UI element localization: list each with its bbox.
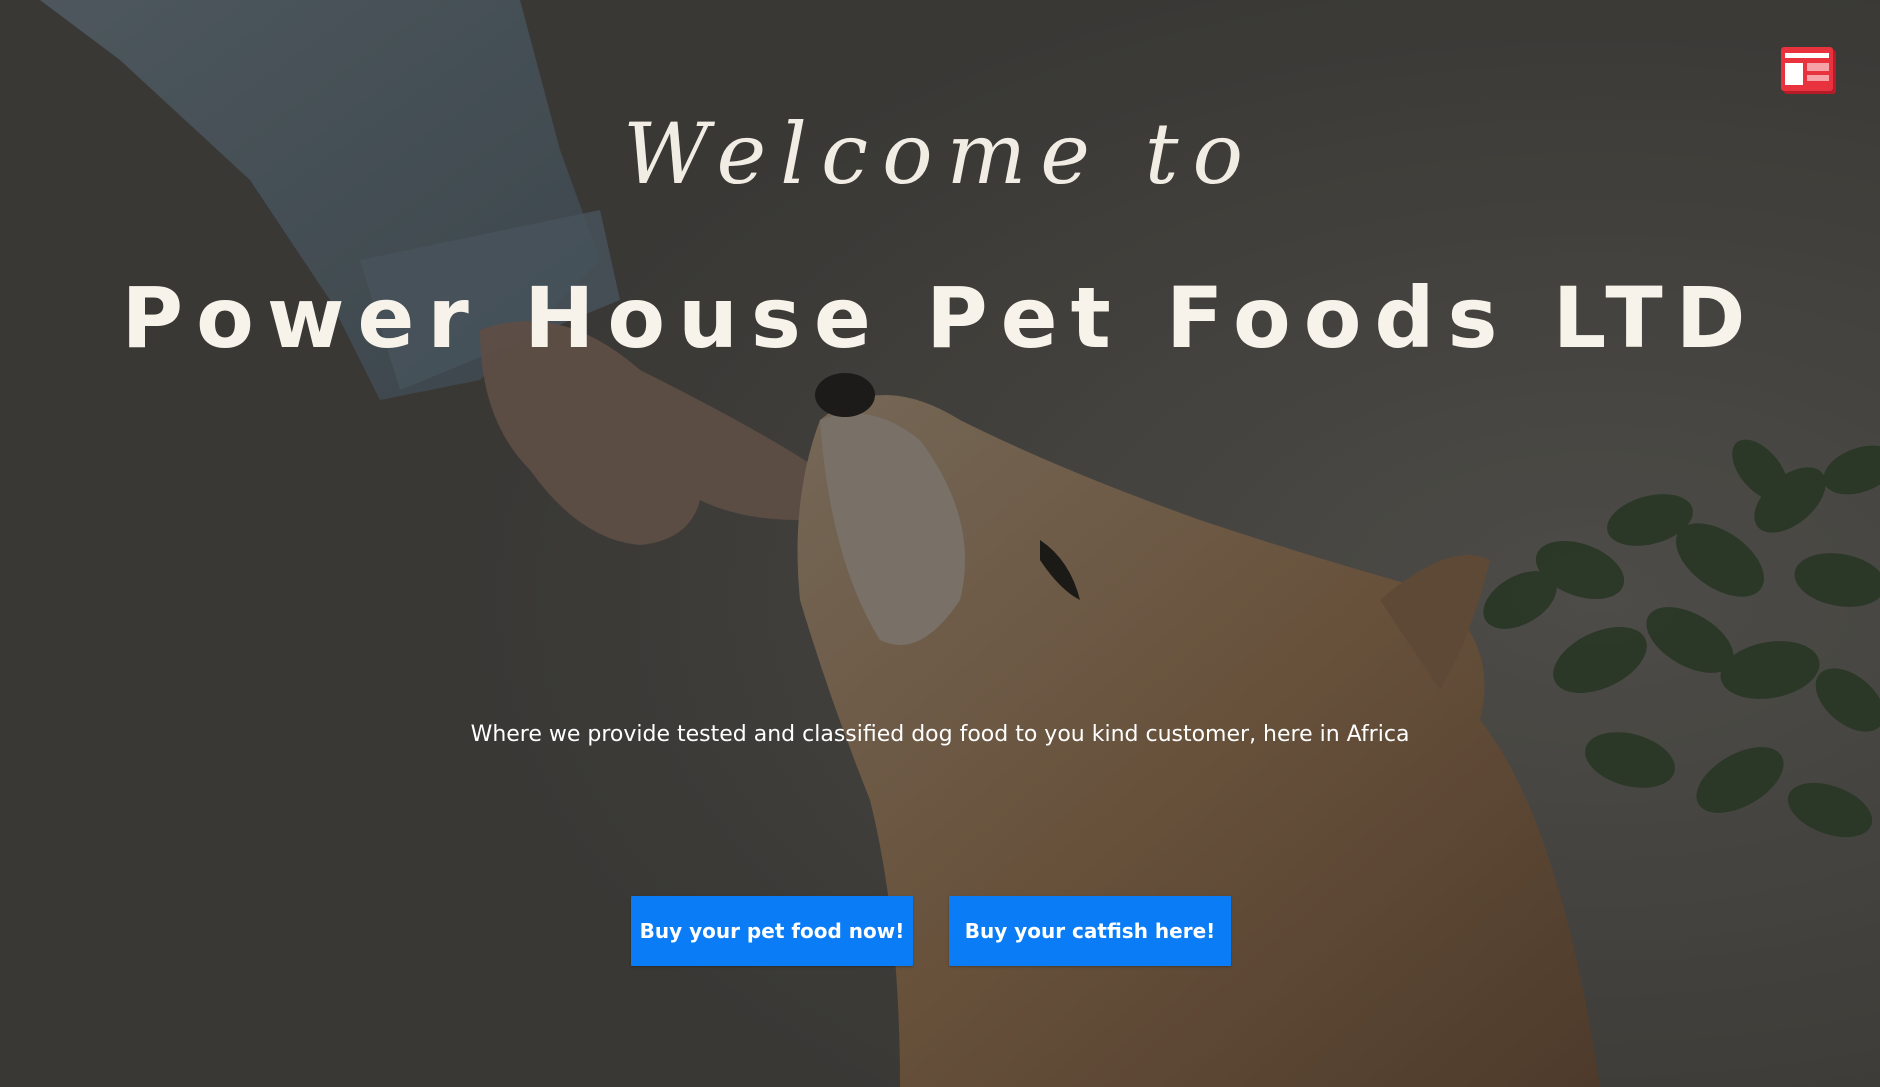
cta-button-group: Buy your pet food now! Buy your catfish … — [0, 896, 1880, 966]
buy-catfish-button[interactable]: Buy your catfish here! — [949, 896, 1231, 966]
hero-section: Welcome to Power House Pet Foods LTD Whe… — [0, 0, 1880, 1087]
buy-pet-food-button[interactable]: Buy your pet food now! — [631, 896, 913, 966]
layout-widget-icon[interactable] — [1781, 47, 1837, 95]
brand-title: Power House Pet Foods LTD — [121, 269, 1759, 367]
welcome-heading: Welcome to — [622, 105, 1258, 203]
hero-tagline: Where we provide tested and classified d… — [470, 722, 1410, 747]
